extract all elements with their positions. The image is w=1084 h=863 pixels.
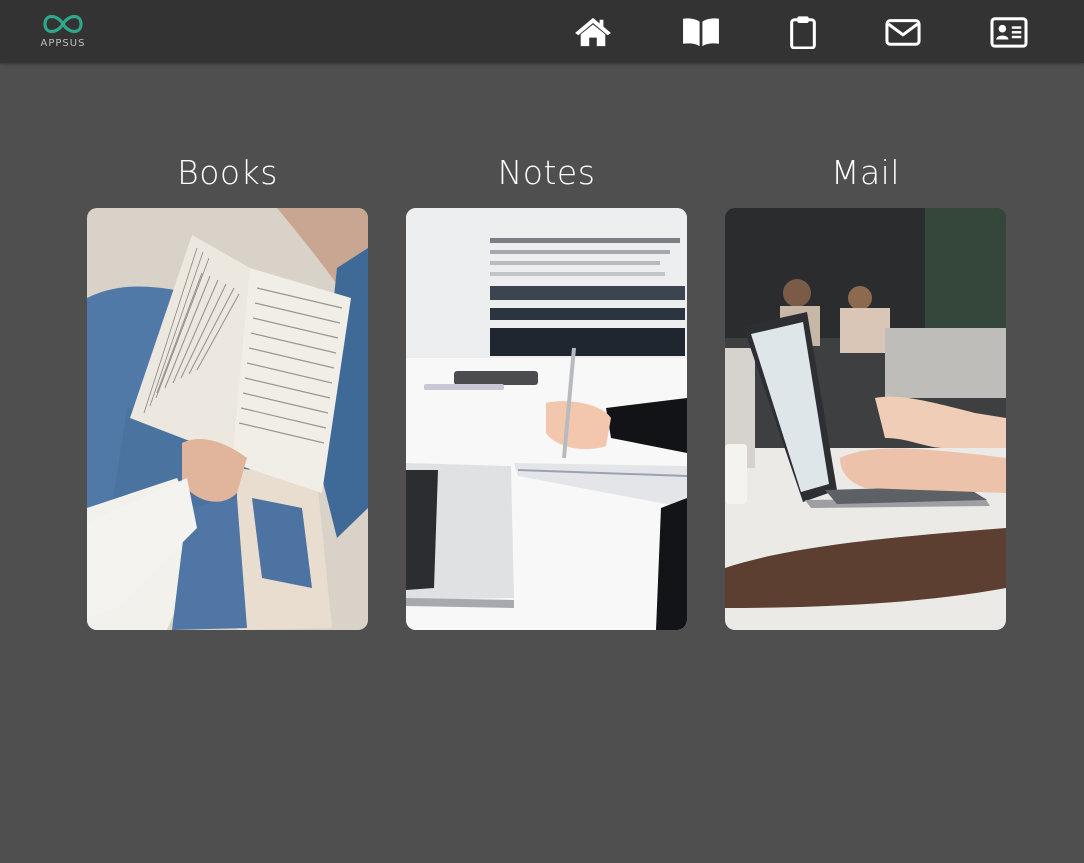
home-icon — [575, 17, 611, 47]
infinity-logo-icon — [43, 14, 83, 34]
logo-text: APPSUS — [40, 38, 86, 49]
app-header: APPSUS — [0, 0, 1084, 63]
mail-card-title: Mail — [830, 153, 901, 192]
mail-app-card[interactable]: Mail — [725, 150, 1006, 630]
clipboard-icon — [790, 16, 816, 49]
books-card-title: Books — [177, 153, 278, 192]
nav-about-button[interactable] — [987, 12, 1031, 52]
books-app-card[interactable]: Books — [87, 150, 368, 630]
notes-card-title: Notes — [497, 153, 596, 192]
hands-typing-on-laptop-photo — [725, 208, 1006, 630]
id-card-icon — [990, 17, 1028, 48]
nav-books-button[interactable] — [679, 12, 723, 52]
nav-notes-button[interactable] — [781, 12, 825, 52]
nav-home-button[interactable] — [571, 12, 615, 52]
hand-writing-in-notebook-photo — [406, 208, 687, 630]
nav-mail-button[interactable] — [881, 12, 925, 52]
person-reading-open-book-photo — [87, 208, 368, 630]
book-open-icon — [683, 18, 719, 47]
appsus-logo[interactable]: APPSUS — [33, 9, 93, 51]
envelope-icon — [885, 19, 921, 46]
notes-app-card[interactable]: Notes — [406, 150, 687, 630]
